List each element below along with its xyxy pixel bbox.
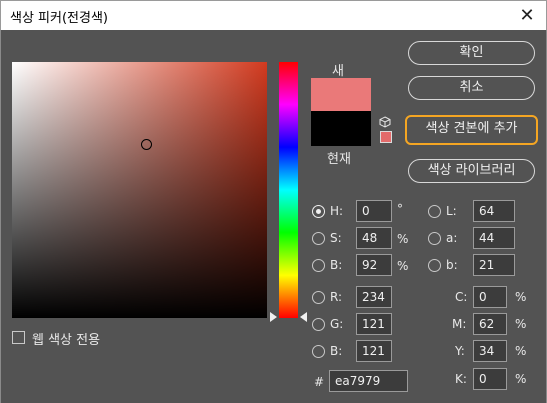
yellow-label: Y:: [455, 344, 465, 358]
current-color-swatch[interactable]: [311, 111, 371, 146]
lab-a-label: a:: [446, 231, 458, 245]
black-unit: %: [515, 372, 527, 386]
title-bar: 색상 피커(전경색) ✕: [0, 0, 547, 30]
magenta-label: M:: [452, 317, 467, 331]
saturation-label: S:: [330, 231, 342, 245]
brightness-input[interactable]: 92: [356, 254, 392, 276]
red-label: R:: [330, 290, 343, 304]
saturation-unit: %: [397, 232, 409, 246]
magenta-unit: %: [515, 317, 527, 331]
hue-unit: °: [397, 202, 403, 216]
hue-slider[interactable]: [279, 62, 298, 318]
radio-red[interactable]: [312, 291, 325, 304]
cube-icon[interactable]: [379, 116, 391, 128]
lab-l-label: L:: [446, 204, 457, 218]
cancel-button[interactable]: 취소: [408, 76, 535, 100]
web-safe-color-swatch[interactable]: [380, 131, 392, 143]
current-color-label: 현재: [327, 152, 351, 167]
cyan-label: C:: [455, 290, 468, 304]
black-input[interactable]: 0: [473, 368, 507, 390]
radio-brightness[interactable]: [312, 259, 325, 272]
hue-slider-handle-left[interactable]: [270, 312, 277, 322]
brightness-unit: %: [397, 259, 409, 273]
color-field[interactable]: [12, 62, 267, 318]
only-web-colors-checkbox[interactable]: [12, 331, 25, 344]
hex-input[interactable]: ea7979: [329, 370, 408, 392]
saturation-input[interactable]: 48: [356, 227, 392, 249]
hue-slider-handle-right[interactable]: [300, 312, 307, 322]
lab-a-input[interactable]: 44: [473, 227, 515, 249]
radio-green[interactable]: [312, 318, 325, 331]
hue-input[interactable]: 0: [356, 200, 392, 222]
radio-lab-a[interactable]: [428, 232, 441, 245]
radio-hue[interactable]: [312, 205, 325, 218]
red-input[interactable]: 234: [356, 286, 392, 308]
ok-button[interactable]: 확인: [408, 41, 535, 65]
only-web-colors-label: 웹 색상 전용: [32, 333, 101, 348]
add-to-swatches-button[interactable]: 색상 견본에 추가: [405, 115, 538, 145]
green-input[interactable]: 121: [356, 313, 392, 335]
color-field-cursor[interactable]: [141, 139, 152, 150]
close-icon[interactable]: ✕: [516, 5, 538, 27]
black-label: K:: [455, 372, 467, 386]
new-color-label: 새: [332, 64, 344, 79]
lab-l-input[interactable]: 64: [473, 200, 515, 222]
radio-blue[interactable]: [312, 345, 325, 358]
blue-input[interactable]: 121: [356, 340, 392, 362]
brightness-label: B:: [330, 258, 343, 272]
lab-b-label: b:: [446, 258, 458, 272]
blue-label: B:: [330, 344, 343, 358]
magenta-input[interactable]: 62: [473, 313, 507, 335]
new-color-swatch: [311, 78, 371, 111]
cyan-unit: %: [515, 290, 527, 304]
color-libraries-button[interactable]: 색상 라이브러리: [408, 159, 535, 183]
radio-lab-l[interactable]: [428, 205, 441, 218]
radio-saturation[interactable]: [312, 232, 325, 245]
yellow-unit: %: [515, 344, 527, 358]
green-label: G:: [330, 317, 344, 331]
window-title: 색상 피커(전경색): [10, 11, 108, 26]
cyan-input[interactable]: 0: [473, 286, 507, 308]
lab-b-input[interactable]: 21: [473, 254, 515, 276]
yellow-input[interactable]: 34: [473, 340, 507, 362]
radio-lab-b[interactable]: [428, 259, 441, 272]
hex-label: #: [314, 375, 325, 389]
hue-label: H:: [330, 204, 344, 218]
